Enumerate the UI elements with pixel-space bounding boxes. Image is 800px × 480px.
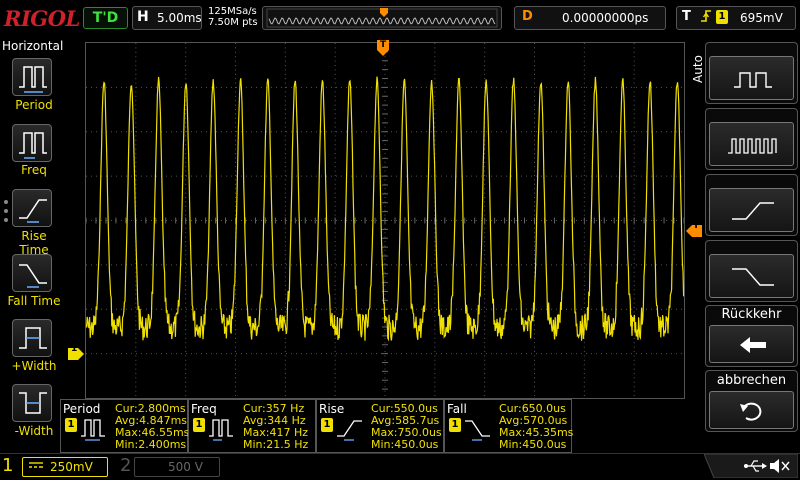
measurement-values: Cur:2.800ms Avg:4.847ms Max:46.55ms Min:… [115,403,189,451]
measurement-rise[interactable]: Rise 1 Cur:550.0us Avg:585.7us Max:750.0… [316,399,444,453]
auto-mode-label: Auto [690,55,705,83]
brand-logo: RIGOL [4,6,80,31]
undo-icon [740,402,762,421]
delay-label: D [522,9,533,24]
minimum-value: Min:450.0us [371,438,439,451]
minimum-value: Min:450.0us [499,438,567,451]
menu-title: Horizontal [2,39,64,53]
falling-edge-button[interactable] [709,254,794,298]
delay-value: 0.00000000ps [562,11,649,25]
memory-waveform-preview [266,8,498,28]
cancel-button[interactable] [709,391,794,429]
timebase-value: 5.00ms [157,11,202,25]
measurement-name: Fall [447,402,467,416]
trigger-channel-badge: 1 [716,10,728,24]
minimum-value: Min:2.400ms [115,438,187,451]
measurement-values: Cur:650.0us Avg:570.0us Max:45.35ms Min:… [499,403,573,451]
measurement-name: Freq [191,402,217,416]
back-button[interactable] [709,325,794,363]
rise-time-icon [19,199,47,223]
measurement-channel-badge: 1 [193,418,205,432]
trigger-level-value: 695mV [740,11,783,25]
measurement-values: Cur:550.0us Avg:585.7us Max:750.0us Min:… [371,403,442,451]
positive-width-label: +Width [11,359,57,373]
frequency-icon [19,132,47,159]
back-label: Rückkehr [721,307,782,322]
memory-trigger-marker [380,8,388,17]
measurement-channel-badge: 1 [321,418,333,432]
memory-depth: 7.50M pts [208,17,258,28]
falling-edge-waveform-icon [732,268,774,286]
period-button[interactable] [12,58,52,96]
memory-overview[interactable] [262,6,502,30]
graticule [85,42,685,396]
channel1-ground-marker[interactable]: 1 [68,344,84,360]
trigger-position-letter: T [380,40,387,50]
fall-time-label: Fall Time [7,294,61,308]
trigger-level-letter: T [693,221,700,231]
period-icon [81,419,105,441]
frequency-label: Freq [21,163,47,177]
measurement-name: Period [63,402,101,416]
rising-edge-waveform-icon [732,202,774,220]
measurement-channel-badge: 1 [65,418,77,432]
positive-width-icon [19,327,47,349]
negative-width-icon [19,392,47,414]
menu-page-dot [4,200,8,204]
positive-width-button[interactable] [12,319,52,357]
measurement-values: Cur:357 Hz Avg:344 Hz Max:417 Hz Min:21.… [243,403,308,451]
dc-coupling-icon [29,462,43,468]
trigger-status: T'D [83,7,128,29]
fall-time-button[interactable] [12,254,52,292]
left-arrow-icon [740,337,766,353]
fall-time-icon [19,264,47,288]
frequency-button[interactable] [12,124,52,162]
trigger-label: T [682,9,691,24]
sample-rate: 125MSa/s [208,6,257,17]
pulse-train-icon [728,138,777,154]
channel2-number: 2 [120,455,132,476]
square-wave-icon [734,72,772,88]
rise-time-button[interactable] [12,189,52,227]
fall-time-icon [465,420,490,441]
horizontal-label: H [137,9,149,25]
measurement-channel-badge: 1 [449,418,461,432]
rise-time-icon [337,420,362,441]
trigger-position-marker[interactable]: T [377,40,389,56]
negative-width-button[interactable] [12,384,52,422]
pulse-train-button[interactable] [709,122,794,166]
measurement-fall[interactable]: Fall 1 Cur:650.0us Avg:570.0us Max:45.35… [444,399,573,453]
square-wave-button[interactable] [709,56,794,100]
waveform-display[interactable] [85,42,685,399]
measurement-period[interactable]: Period 1 Cur:2.800ms Avg:4.847ms Max:46.… [60,399,189,453]
measurement-frequency[interactable]: Freq 1 Cur:357 Hz Avg:344 Hz Max:417 Hz … [188,399,316,453]
period-icon [19,66,47,93]
channel1-number: 1 [2,455,14,476]
channel1-ground-number: 1 [71,344,78,354]
cancel-label: abbrechen [716,373,787,388]
menu-page-dot [4,218,8,222]
channel1-scale: 250mV [50,460,93,474]
acquisition-info: 125MSa/s 7.50M pts [208,6,258,28]
rising-edge-button[interactable] [709,188,794,232]
period-label: Period [15,98,53,112]
negative-width-label: -Width [14,424,54,438]
channel1-trace [85,76,685,342]
rise-time-label: Rise Time [19,229,49,257]
channel2-scale: 500 V [168,460,203,474]
trigger-level-marker[interactable]: T [686,221,702,237]
rising-edge-icon [700,8,712,28]
frequency-icon [209,419,233,441]
channel1-coupling [28,459,44,474]
minimum-value: Min:21.5 Hz [243,438,309,451]
status-icons [704,454,798,478]
measurement-name: Rise [319,402,345,416]
menu-page-dot [4,209,8,213]
